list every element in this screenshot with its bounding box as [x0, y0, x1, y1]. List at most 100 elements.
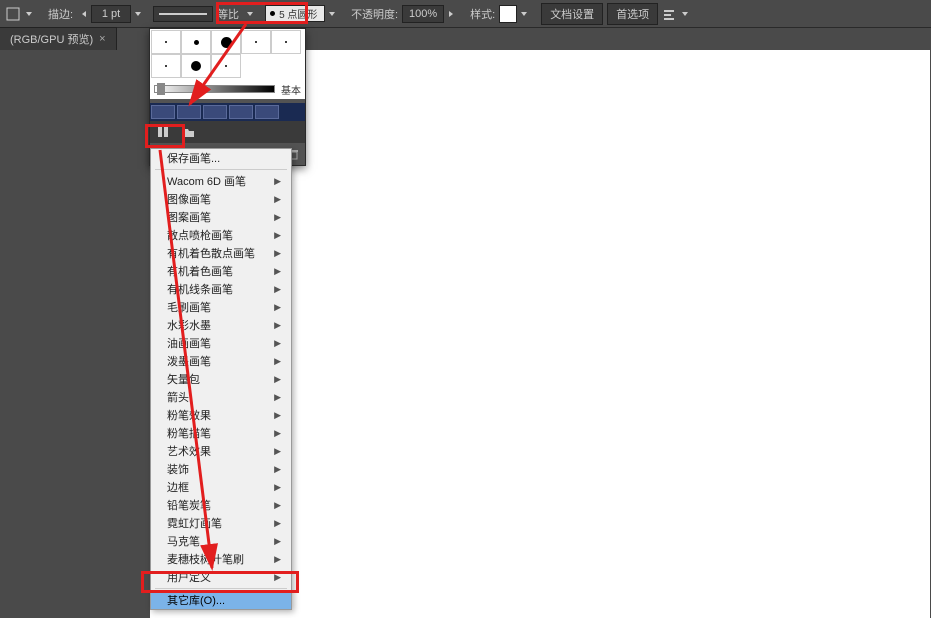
menu-item[interactable]: 有机着色画笔▶ — [151, 262, 291, 280]
chevron-right-icon: ▶ — [274, 482, 281, 493]
menu-item-label: 泼墨画笔 — [167, 353, 211, 369]
slider-thumb[interactable] — [157, 83, 165, 95]
opacity-dropdown[interactable] — [444, 7, 458, 21]
brush-swatch[interactable] — [271, 30, 301, 54]
chevron-right-icon: ▶ — [274, 446, 281, 457]
library-thumb[interactable] — [151, 105, 175, 119]
brush-library-menu: 保存画笔...Wacom 6D 画笔▶图像画笔▶图案画笔▶散点喷枪画笔▶有机着色… — [150, 148, 292, 610]
brush-preview[interactable]: 5 点圆形 — [265, 5, 325, 22]
app-icon[interactable] — [4, 5, 22, 23]
menu-item-label: 麦穗枝树叶笔刷 — [167, 551, 244, 567]
menu-item[interactable]: 装饰▶ — [151, 460, 291, 478]
chevron-right-icon: ▶ — [274, 500, 281, 511]
document-tab-name: (RGB/GPU 预览) — [10, 31, 93, 47]
brush-dropdown[interactable] — [325, 7, 339, 21]
menu-item-label: 其它库(O)... — [167, 592, 225, 608]
chevron-right-icon: ▶ — [274, 248, 281, 259]
top-toolbar: 描边: 等比 5 点圆形 不透明度: 样式: 文档设置 首选项 — [0, 0, 931, 28]
style-dropdown[interactable] — [517, 7, 531, 21]
menu-item[interactable]: 保存画笔... — [151, 149, 291, 167]
menu-item-label: 铅笔炭笔 — [167, 497, 211, 513]
menu-item[interactable]: 毛刷画笔▶ — [151, 298, 291, 316]
menu-item[interactable]: 箭头▶ — [151, 388, 291, 406]
chevron-right-icon: ▶ — [274, 374, 281, 385]
brush-size-slider-row: 基本 — [150, 79, 305, 99]
menu-item[interactable]: 用户定义▶ — [151, 568, 291, 586]
folder-tab-icon[interactable] — [176, 122, 202, 142]
menu-item[interactable]: 霓虹灯画笔▶ — [151, 514, 291, 532]
menu-item[interactable]: 油画画笔▶ — [151, 334, 291, 352]
style-label: 样式: — [470, 6, 495, 22]
menu-item[interactable]: 矢量包 ▶ — [151, 370, 291, 388]
doc-setup-button[interactable]: 文档设置 — [541, 3, 603, 25]
menu-item[interactable]: 铅笔炭笔 ▶ — [151, 496, 291, 514]
document-tab[interactable]: (RGB/GPU 预览) × — [0, 27, 117, 50]
align-dropdown[interactable] — [678, 7, 692, 21]
menu-item-label: 图案画笔 — [167, 209, 211, 225]
menu-item[interactable]: 其它库(O)... — [151, 591, 291, 609]
menu-item[interactable]: Wacom 6D 画笔 ▶ — [151, 172, 291, 190]
stroke-style-preview[interactable] — [153, 6, 213, 22]
chevron-right-icon: ▶ — [274, 410, 281, 421]
menu-item[interactable]: 粉笔效果 ▶ — [151, 406, 291, 424]
menu-item[interactable]: 麦穗枝树叶笔刷▶ — [151, 550, 291, 568]
menu-item-label: 霓虹灯画笔 — [167, 515, 222, 531]
brush-swatch[interactable] — [151, 30, 181, 54]
menu-item-label: 水彩水墨 — [167, 317, 211, 333]
opacity-input[interactable] — [402, 5, 444, 23]
menu-item-label: 马克笔 — [167, 533, 200, 549]
menu-item-label: 箭头 — [167, 389, 189, 405]
menu-item[interactable]: 图像画笔▶ — [151, 190, 291, 208]
menu-item[interactable]: 有机线条画笔▶ — [151, 280, 291, 298]
preferences-button[interactable]: 首选项 — [607, 3, 658, 25]
library-thumb[interactable] — [177, 105, 201, 119]
library-tab-icon[interactable] — [150, 122, 176, 142]
brush-swatch[interactable] — [211, 30, 241, 54]
ratio-label: 等比 — [217, 6, 239, 22]
menu-item[interactable]: 散点喷枪画笔▶ — [151, 226, 291, 244]
chevron-right-icon: ▶ — [274, 302, 281, 313]
chevron-right-icon: ▶ — [274, 536, 281, 547]
menu-item-label: 矢量包 — [167, 371, 200, 387]
library-thumb[interactable] — [255, 105, 279, 119]
stroke-dropdown[interactable] — [131, 7, 145, 21]
menu-item-label: Wacom 6D 画笔 — [167, 173, 246, 189]
brush-swatch[interactable] — [181, 54, 211, 78]
chevron-right-icon: ▶ — [274, 176, 281, 187]
menu-item[interactable]: 边框 ▶ — [151, 478, 291, 496]
menu-item-label: 粉笔效果 — [167, 407, 211, 423]
brush-swatch[interactable] — [211, 54, 241, 78]
menu-item-label: 艺术效果 — [167, 443, 211, 459]
menu-item-label: 装饰 — [167, 461, 189, 477]
brush-size-slider[interactable] — [154, 85, 275, 93]
menu-item-label: 保存画笔... — [167, 150, 220, 166]
app-dropdown[interactable] — [22, 7, 36, 21]
menu-separator — [155, 169, 287, 170]
menu-item-label: 有机着色散点画笔 — [167, 245, 255, 261]
brush-swatch[interactable] — [151, 54, 181, 78]
brush-swatch[interactable] — [181, 30, 211, 54]
workspace — [0, 50, 931, 618]
menu-item[interactable]: 水彩水墨▶ — [151, 316, 291, 334]
menu-item[interactable]: 图案画笔▶ — [151, 208, 291, 226]
library-thumb[interactable] — [203, 105, 227, 119]
chevron-right-icon: ▶ — [274, 356, 281, 367]
stroke-input[interactable] — [91, 5, 131, 23]
menu-item-label: 粉笔描笔 — [167, 425, 211, 441]
menu-item[interactable]: 粉笔描笔▶ — [151, 424, 291, 442]
menu-item[interactable]: 有机着色散点画笔 ▶ — [151, 244, 291, 262]
menu-item[interactable]: 泼墨画笔 ▶ — [151, 352, 291, 370]
panel-tab-row — [150, 121, 305, 143]
align-icon[interactable] — [660, 5, 678, 23]
menu-item-label: 边框 — [167, 479, 189, 495]
stroke-decrease[interactable] — [77, 7, 91, 21]
close-icon[interactable]: × — [99, 33, 105, 45]
chevron-right-icon: ▶ — [274, 266, 281, 277]
menu-item[interactable]: 马克笔 ▶ — [151, 532, 291, 550]
stroke-style-dropdown[interactable] — [243, 7, 257, 21]
menu-item[interactable]: 艺术效果 ▶ — [151, 442, 291, 460]
library-thumb[interactable] — [229, 105, 253, 119]
brush-value: 5 点圆形 — [279, 6, 317, 21]
brush-swatch[interactable] — [241, 30, 271, 54]
style-swatch[interactable] — [499, 5, 517, 23]
